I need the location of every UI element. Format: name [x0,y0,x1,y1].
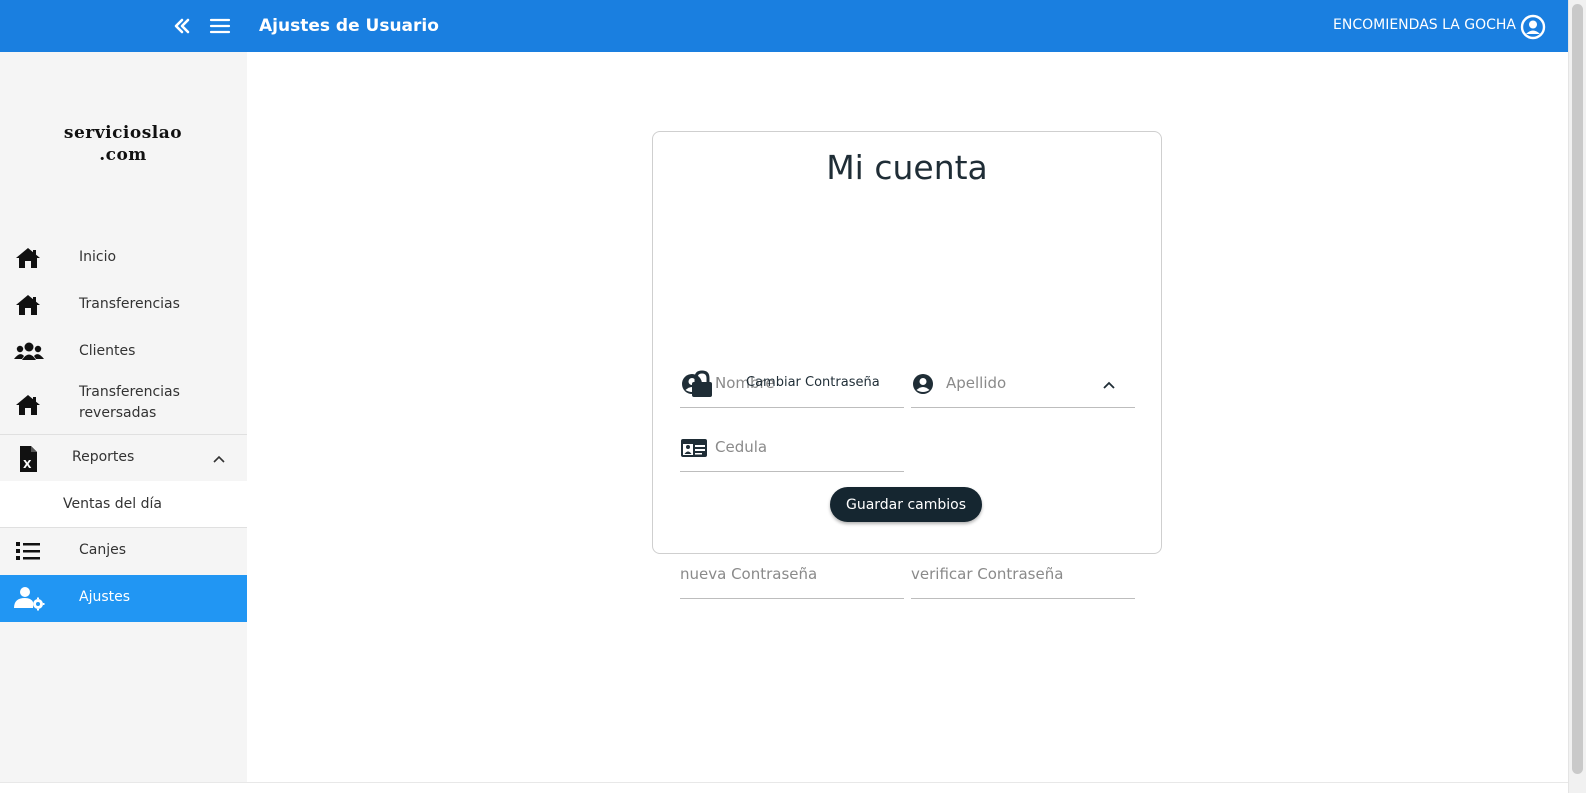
nueva-contrasena-input[interactable] [680,559,860,589]
sidebar-item-inicio[interactable]: Inicio [0,235,247,282]
scrollbar-thumb[interactable] [1572,4,1583,774]
sidebar-nav: Inicio Transferencias Clientes Transfere… [0,235,247,622]
sidebar-item-label: Reportes [72,449,135,465]
save-button[interactable]: Guardar cambios [830,487,982,522]
company-name: ENCOMIENDAS LA GOCHA [1333,17,1516,33]
sidebar-item-label-line-1: Transferencias [79,384,180,400]
chevron-up-icon[interactable] [1102,377,1116,391]
sidebar-item-canjes[interactable]: Canjes [0,528,247,575]
sidebar-subitem-ventas-del-dia[interactable]: Ventas del día [0,481,247,528]
chevron-up-icon[interactable] [212,451,226,465]
sidebar-item-label: Canjes [79,542,127,558]
sidebar-item-label: Clientes [79,343,136,359]
cedula-input[interactable] [715,432,895,462]
logo-line-1: servicioslao [63,123,183,143]
bottom-edge [0,782,1568,793]
lock-icon [690,370,714,398]
vertical-scrollbar[interactable] [1568,0,1586,793]
sidebar-item-label-line-2: reversadas [79,405,157,421]
home-icon [14,392,42,418]
user-circle-icon[interactable] [1520,14,1546,40]
sidebar-item-label: Inicio [79,249,117,265]
double-chevron-left-icon[interactable] [170,14,194,38]
cambiar-contrasena-toggle[interactable]: Cambiar Contraseña [652,360,1162,408]
logo-line-2: .com [99,145,147,165]
cambiar-contrasena-label: Cambiar Contraseña [746,375,880,390]
home-icon [14,292,42,318]
page-title: Ajustes de Usuario [259,16,439,36]
sidebar-item-clientes[interactable]: Clientes [0,329,247,376]
home-icon [14,245,42,271]
sidebar-item-label: Ajustes [79,589,131,605]
verificar-contrasena-input[interactable] [911,559,1091,589]
logo: servicioslao .com [48,122,198,166]
card-title: Mi cuenta [826,148,988,187]
verificar-contrasena-field[interactable] [911,553,1135,599]
sidebar-subitem-label: Ventas del día [63,496,162,512]
excel-file-icon: X [14,445,42,472]
sidebar-item-ajustes[interactable]: Ajustes [0,575,247,622]
list-icon [14,538,42,564]
hamburger-menu-icon[interactable] [208,14,232,38]
sidebar-item-transferencias-reversadas[interactable]: Transferencias reversadas [0,376,247,434]
id-card-icon [680,436,707,460]
nueva-contrasena-field[interactable] [680,553,904,599]
svg-text:X: X [23,458,32,471]
users-icon [14,339,44,365]
sidebar-item-transferencias[interactable]: Transferencias [0,282,247,329]
top-app-bar: Ajustes de Usuario ENCOMIENDAS LA GOCHA [0,0,1568,52]
sidebar-item-reportes[interactable]: X Reportes [0,434,247,481]
user-gear-icon [14,585,45,611]
sidebar: servicioslao .com Inicio Transferencias … [0,52,247,793]
cedula-field[interactable] [680,426,904,472]
sidebar-item-label: Transferencias [79,296,180,312]
sidebar-item-label: Transferencias reversadas [79,382,180,424]
